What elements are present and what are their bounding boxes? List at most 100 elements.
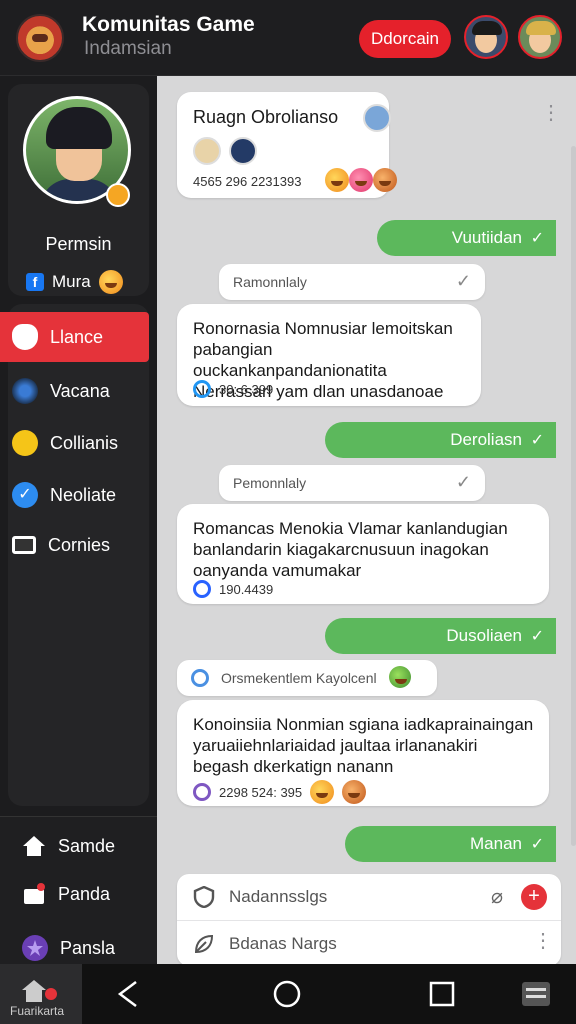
bottom-item-label: Panda <box>58 883 111 904</box>
message-meta-text: 190.4439 <box>219 581 274 597</box>
user-avatar-2[interactable] <box>518 15 562 59</box>
message-composer: Nadannsslgs ⌀ + Bdanas Nargs ⋮ <box>177 874 561 966</box>
read-check-icon: ✓ <box>530 230 544 247</box>
message-meta-text: 2298 524: 395 <box>219 784 303 800</box>
bottom-item-label: Samde <box>58 835 116 856</box>
incoming-message[interactable]: Konoinsiia Nonmian sgiana iadkaprainaing… <box>177 700 549 806</box>
message-input[interactable]: Nadannsslgs <box>229 887 327 907</box>
check-icon: ✓ <box>455 472 471 492</box>
user-avatar-1[interactable] <box>464 15 508 59</box>
nav-item-llance[interactable]: Llance <box>0 312 149 362</box>
message-meta-text: 30: 6 399 <box>219 381 274 397</box>
message-meta: 190.4439 <box>193 580 273 598</box>
top-app-bar: Komunitas Game Indamsian Ddorcain <box>0 0 576 76</box>
avatar-hair-icon <box>472 21 502 35</box>
sidebar-bottom-menu: Samde Panda Pansla <box>0 816 157 964</box>
home-icon <box>23 836 45 856</box>
status-ring-icon <box>193 380 211 398</box>
message-text: Manan <box>470 834 522 853</box>
nav-home-button[interactable]: Fuarikarta <box>0 964 82 1024</box>
read-check-icon: ✓ <box>530 628 544 645</box>
emoji-icon <box>349 168 373 192</box>
recents-icon[interactable] <box>429 980 455 1008</box>
nav-item-label: Llance <box>50 326 104 347</box>
nav-item-label: Vacana <box>50 380 110 401</box>
profile-name: Permsin <box>45 234 112 254</box>
verified-badge-icon <box>106 183 130 207</box>
secondary-input-row[interactable]: Bdanas Nargs <box>177 921 561 967</box>
apple-icon <box>12 324 38 350</box>
lightning-icon <box>12 430 38 456</box>
header-action-button[interactable]: Ddorcain <box>359 20 451 58</box>
message-text: Vuutiidan <box>451 228 522 247</box>
add-button[interactable]: + <box>521 884 547 910</box>
chat-room-info: 4565 296 2231393 <box>193 174 302 189</box>
shield-icon <box>193 886 215 908</box>
reply-quote-text: Orsmekentlem Kayolcenl <box>221 670 377 686</box>
reply-quote[interactable]: Ramonnlaly ✓ <box>219 264 485 300</box>
outgoing-message[interactable]: Vuutiidan ✓ <box>377 220 556 256</box>
secondary-input[interactable]: Bdanas Nargs <box>229 934 337 954</box>
outgoing-message[interactable]: Dusoliaen ✓ <box>325 618 556 654</box>
frog-emoji-icon <box>389 666 411 688</box>
reply-quote[interactable]: Orsmekentlem Kayolcenl <box>177 660 437 696</box>
room-avatar-icon <box>363 104 391 132</box>
screen-icon <box>12 536 36 554</box>
nav-item-neoliate[interactable]: ✓ Neoliate <box>0 470 149 520</box>
read-check-icon: ✓ <box>530 836 544 853</box>
profile-social-row[interactable]: f Mura <box>26 270 123 294</box>
incoming-message[interactable]: Ronornasia Nomnusiar lemoitskan pabangia… <box>177 304 481 406</box>
bottom-item-samde[interactable]: Samde <box>0 823 157 869</box>
chat-scrollbar[interactable] <box>571 146 576 846</box>
reply-quote[interactable]: Pemonnlaly ✓ <box>219 465 485 501</box>
avatar-hair-icon <box>526 21 556 35</box>
back-icon[interactable] <box>116 980 140 1008</box>
bottom-item-panda[interactable]: Panda <box>0 871 157 917</box>
facebook-icon: f <box>26 273 44 291</box>
reply-quote-text: Pemonnlaly <box>233 475 307 491</box>
game-world-icon <box>12 378 38 404</box>
menu-panel-icon[interactable] <box>520 980 552 1008</box>
read-check-icon: ✓ <box>530 432 544 449</box>
emoji-icon <box>373 168 397 192</box>
status-ring-icon <box>193 580 211 598</box>
chat-room-card[interactable]: Ruagn Obrolianso 4565 296 2231393 <box>177 92 397 198</box>
outgoing-message[interactable]: Deroliasn ✓ <box>325 422 556 458</box>
app-logo-icon[interactable] <box>16 14 64 62</box>
sidebar: Permsin f Mura Llance Vacana Collianis ✓… <box>0 76 157 964</box>
composer-more-icon[interactable]: ⋮ <box>533 931 553 951</box>
message-meta: 30: 6 399 <box>193 380 273 398</box>
reply-source-icon <box>191 669 209 687</box>
profile-social-label: Mura <box>52 272 91 291</box>
star-icon <box>22 935 48 961</box>
nav-item-label: Cornies <box>48 534 111 555</box>
home-notification-icon <box>22 980 57 1002</box>
app-subtitle: Indamsian <box>84 38 172 59</box>
message-text: Deroliasn <box>450 430 522 449</box>
home-circle-icon[interactable] <box>273 980 301 1008</box>
app-root: Komunitas Game Indamsian Ddorcain Permsi… <box>0 0 576 1024</box>
app-title: Komunitas Game <box>82 13 255 36</box>
incoming-message[interactable]: Romancas Menokia Vlamar kanlandugian ban… <box>177 504 549 604</box>
more-options-icon[interactable]: ⋮ <box>541 103 561 123</box>
member-avatar-2[interactable] <box>229 137 257 165</box>
profile-card[interactable]: Permsin f Mura <box>8 84 149 296</box>
message-input-row[interactable]: Nadannsslgs <box>177 874 561 920</box>
outgoing-message[interactable]: Manan ✓ <box>345 826 556 862</box>
emoji-icon <box>325 168 349 192</box>
checkmark-icon: ✓ <box>12 482 38 508</box>
attach-icon[interactable]: ⌀ <box>491 884 503 909</box>
home-label: Fuarikarta <box>10 1004 65 1018</box>
nav-item-collianis[interactable]: Collianis <box>0 418 149 468</box>
avatar-hair <box>46 107 112 149</box>
check-icon: ✓ <box>455 271 471 291</box>
chat-area[interactable]: Ruagn Obrolianso 4565 296 2231393 ⋮ Vuut… <box>157 76 576 966</box>
nav-item-label: Collianis <box>50 432 119 453</box>
member-avatar-1[interactable] <box>193 137 221 165</box>
nav-item-cornies[interactable]: Cornies <box>0 520 149 570</box>
nav-item-vacana[interactable]: Vacana <box>0 366 149 416</box>
bag-icon <box>24 883 45 904</box>
message-text: Konoinsiia Nonmian sgiana iadkaprainaing… <box>193 715 534 776</box>
status-ring-icon <box>193 783 211 801</box>
chat-room-title: Ruagn Obrolianso <box>193 107 339 127</box>
